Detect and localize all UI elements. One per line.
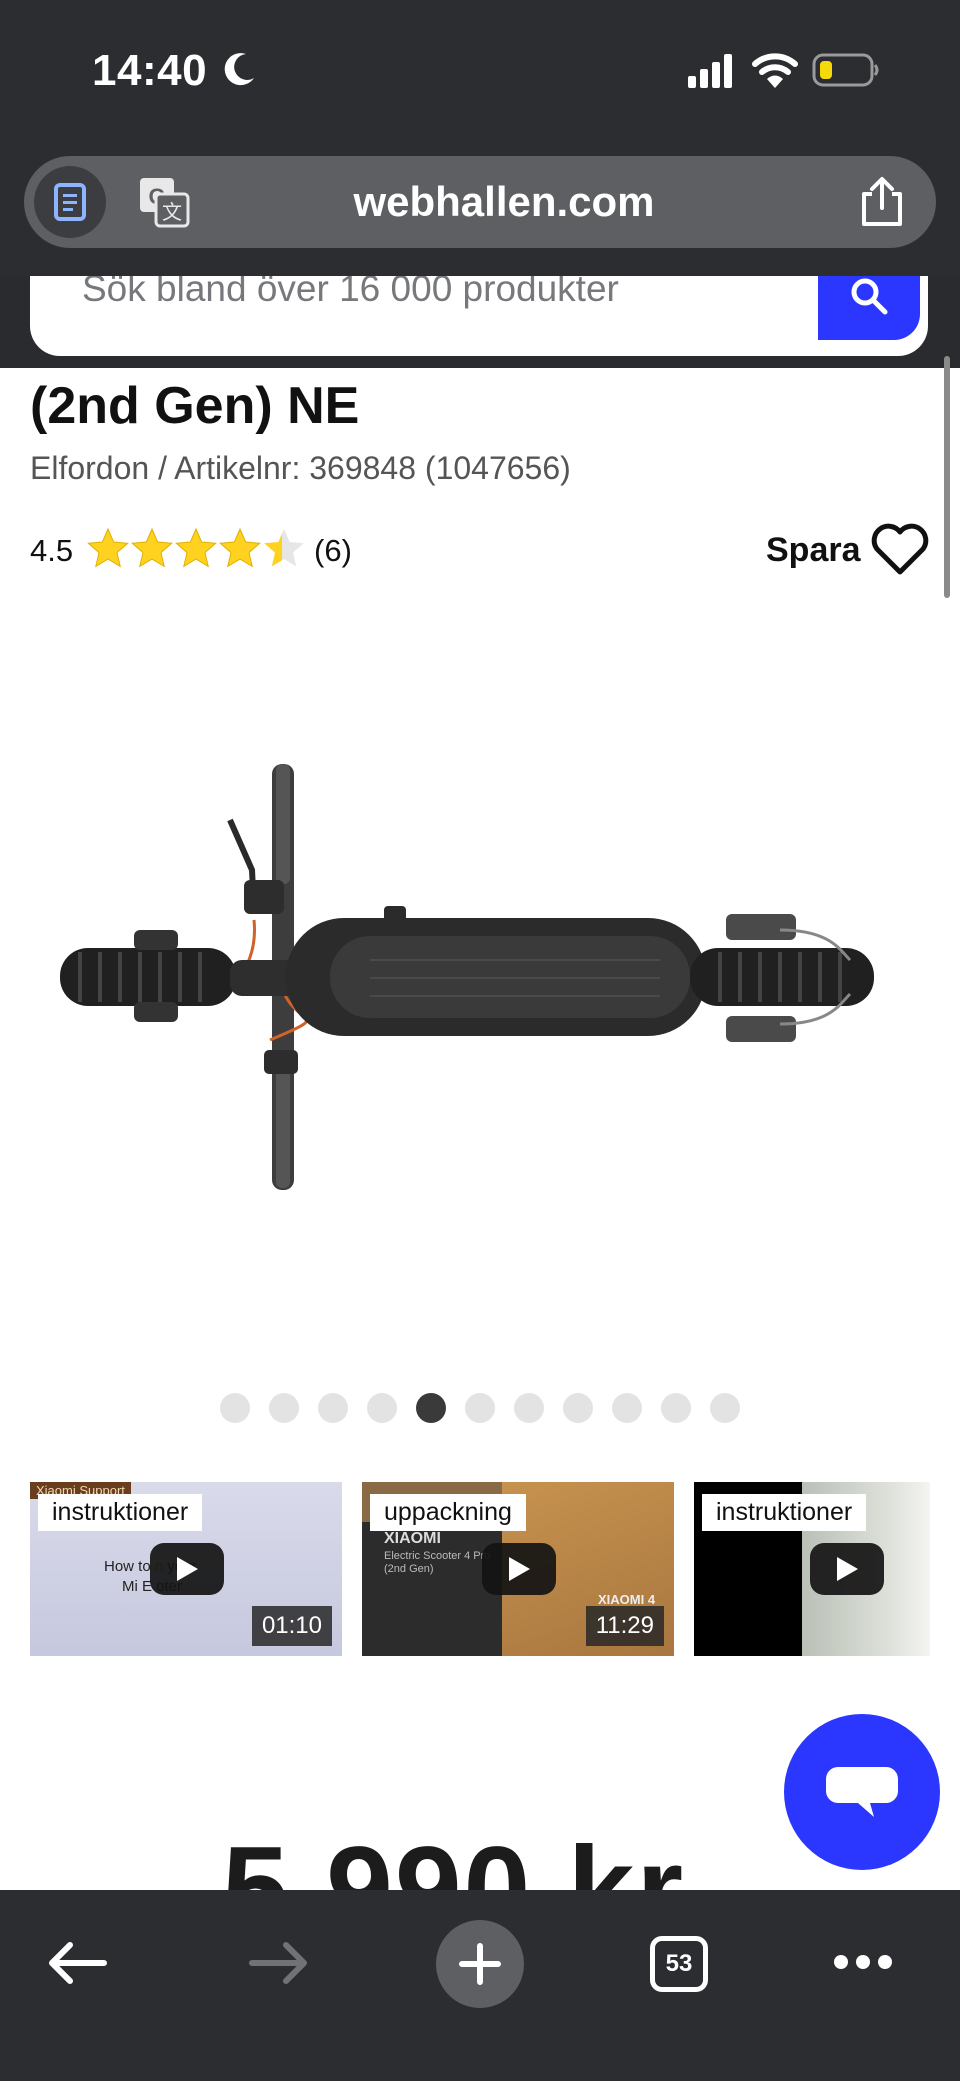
play-button[interactable]: [482, 1543, 556, 1595]
url-text[interactable]: webhallen.com: [224, 156, 784, 248]
forward-arrow-icon[interactable]: [248, 1940, 310, 1986]
rating-value: 4.5: [30, 533, 74, 568]
play-icon: [509, 1557, 530, 1581]
browser-address-area: G 文 webhallen.com: [0, 140, 960, 276]
status-time: 14:40: [92, 46, 208, 95]
address-bar[interactable]: G 文 webhallen.com: [24, 156, 936, 248]
scroll-indicator: [944, 356, 950, 598]
carousel-dot[interactable]: [220, 1393, 250, 1423]
carousel-dot[interactable]: [367, 1393, 397, 1423]
site-search-placeholder: Sök bland över 16 000 produkter: [82, 276, 619, 309]
product-image[interactable]: [40, 740, 920, 1200]
heart-icon[interactable]: [870, 522, 930, 576]
carousel-dot[interactable]: [661, 1393, 691, 1423]
video-duration: 01:10: [251, 1606, 332, 1646]
status-bar: 14:40: [0, 0, 960, 140]
plus-icon: [459, 1943, 501, 1985]
site-search-field[interactable]: Sök bland över 16 000 produkter: [30, 276, 928, 356]
video-thumbnail[interactable]: Xiaomi Support How to n your Mi E oter i…: [30, 1482, 342, 1656]
tabs-count-button[interactable]: 53: [650, 1936, 708, 1992]
back-arrow-icon[interactable]: [46, 1940, 108, 1986]
reader-mode-button[interactable]: [34, 166, 106, 238]
play-icon: [177, 1557, 198, 1581]
carousel-dot[interactable]: [710, 1393, 740, 1423]
carousel-dot[interactable]: [269, 1393, 299, 1423]
carousel-dot[interactable]: [563, 1393, 593, 1423]
video-tag: instruktioner: [702, 1494, 867, 1531]
video-duration: 11:29: [585, 1606, 664, 1646]
carousel-dot[interactable]: [318, 1393, 348, 1423]
review-count[interactable]: (6): [314, 533, 352, 569]
rating-stars-icon[interactable]: [86, 526, 308, 572]
play-button[interactable]: [810, 1543, 884, 1595]
reader-icon: [54, 183, 86, 221]
carousel-dot[interactable]: [416, 1393, 446, 1423]
play-icon: [837, 1557, 858, 1581]
focus-moon-icon: [224, 53, 254, 86]
play-button[interactable]: [150, 1543, 224, 1595]
browser-toolbar: 53: [0, 1890, 960, 2081]
video-thumbnail[interactable]: instruktioner: [694, 1482, 930, 1656]
video-tag: uppackning: [370, 1494, 526, 1531]
translate-icon[interactable]: G 文: [138, 176, 190, 228]
new-tab-button[interactable]: [436, 1920, 524, 2008]
image-carousel-dots[interactable]: [220, 1393, 740, 1423]
svg-text:文: 文: [162, 201, 182, 224]
battery-low-icon: [812, 53, 879, 87]
share-icon[interactable]: [858, 176, 906, 228]
save-label[interactable]: Spara: [766, 531, 861, 570]
site-search-button[interactable]: [818, 276, 920, 340]
cellular-signal-icon: [688, 54, 732, 88]
chat-icon: [826, 1767, 898, 1817]
carousel-dot[interactable]: [514, 1393, 544, 1423]
carousel-dot[interactable]: [612, 1393, 642, 1423]
search-icon: [851, 278, 888, 315]
breadcrumb[interactable]: Elfordon / Artikelnr: 369848 (1047656): [30, 450, 571, 487]
carousel-dot[interactable]: [465, 1393, 495, 1423]
scooter-box: XIAOMI Electric Scooter 4 Pro (2nd Gen): [362, 1522, 502, 1656]
more-icon[interactable]: [832, 1950, 894, 1974]
chat-button[interactable]: [784, 1714, 940, 1870]
product-title: (2nd Gen) NE: [30, 377, 360, 435]
video-tag: instruktioner: [38, 1494, 203, 1531]
wifi-icon: [752, 53, 798, 88]
site-header: Sök bland över 16 000 produkter: [0, 276, 960, 368]
product-price: 5 990 kr: [222, 1822, 686, 1890]
video-thumbnail[interactable]: XIAOMI Electric Scooter 4 Pro (2nd Gen) …: [362, 1482, 674, 1656]
